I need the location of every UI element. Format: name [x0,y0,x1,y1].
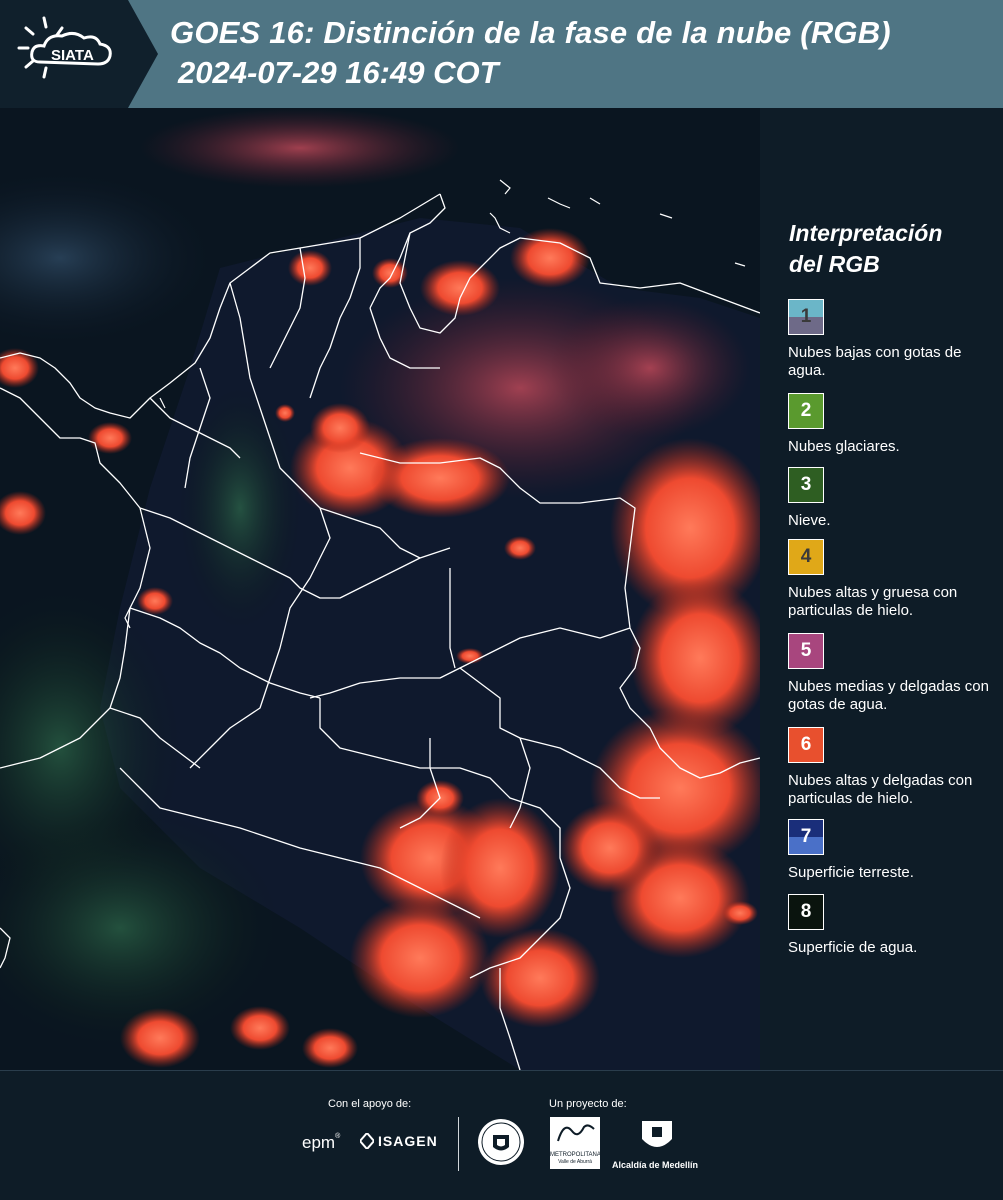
isagen-mark-icon [360,1133,374,1149]
medellin-shield-icon [640,1119,674,1160]
siata-logo-text: SIATA [51,47,94,64]
legend-label-6: Nubes altas y delgadas con particulas de… [788,772,973,807]
legend-swatch-8: 8 [788,894,824,930]
project-label: Un proyecto de: [549,1098,627,1110]
alcaldia-label: Alcaldía de Medellín [612,1160,699,1170]
legend-swatch-3: 3 [788,467,824,503]
legend-label-5: Nubes medias y delgadas con gotas de agu… [788,678,989,713]
legend-label-3: Nieve. [788,512,831,529]
legend-panel: Interpretación del RGB 1 Nubes bajas con… [760,108,1003,1070]
legend-title: Interpretación del RGB [789,220,943,277]
footer-divider [458,1117,459,1171]
epm-logo: epm® [302,1133,341,1152]
legend-swatch-6: 6 [788,727,824,763]
area-metropolitana-logo: METROPOLITANA Valle de Aburrá [550,1117,601,1169]
siata-logo: SIATA [0,0,158,108]
legend-swatch-4: 4 [788,539,824,575]
header: SIATA GOES 16: Distinción de la fase de … [0,0,1003,108]
footer: Con el apoyo de: Un proyecto de: epm® IS… [0,1070,1003,1200]
area-script-icon [557,1124,595,1142]
legend-label-4: Nubes altas y gruesa con particulas de h… [788,584,958,619]
seal-emblem-icon [476,1117,526,1172]
satellite-map [0,108,760,1070]
legend-swatch-7: 7 [788,819,824,855]
legend-label-1: Nubes bajas con gotas de agua. [788,344,962,379]
legend-label-8: Superficie de agua. [788,939,918,956]
legend-label-7: Superficie terreste. [788,864,914,881]
legend-label-2: Nubes glaciares. [788,438,900,455]
support-label: Con el apoyo de: [328,1098,412,1110]
datetime-label: 2024-07-29 16:49 COT [178,55,499,90]
isagen-logo: ISAGEN [360,1133,438,1149]
legend-swatch-2: 2 [788,393,824,429]
legend-swatch-5: 5 [788,633,824,669]
page-title: GOES 16: Distinción de la fase de la nub… [170,15,891,50]
legend-swatch-1: 1 [788,299,824,335]
